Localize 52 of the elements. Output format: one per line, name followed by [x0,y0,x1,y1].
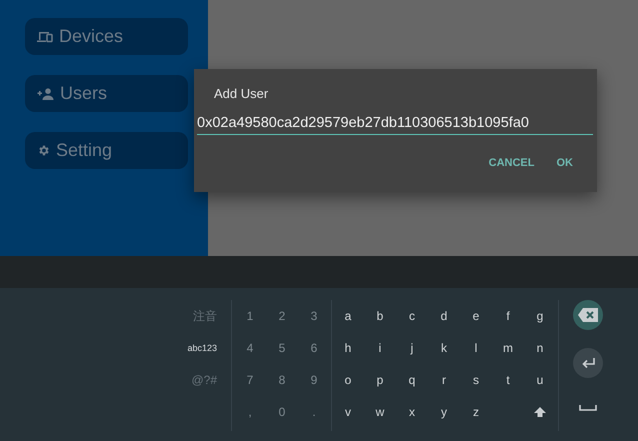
letter-key[interactable]: a [332,300,364,332]
user-add-icon [37,88,54,100]
letter-key[interactable]: g [524,300,556,332]
letter-key[interactable]: o [332,364,364,396]
letter-key[interactable]: t [492,364,524,396]
settings-icon [37,144,50,157]
letter-key[interactable]: m [492,332,524,364]
letter-key[interactable]: d [428,300,460,332]
letter-key[interactable]: h [332,332,364,364]
letter-key[interactable]: s [460,364,492,396]
letter-key[interactable]: y [428,396,460,428]
letter-key[interactable]: x [396,396,428,428]
input-field[interactable]: 0x02a49580ca2d29579eb27db110306513b1095fa0 [197,115,593,135]
letter-key[interactable]: r [428,364,460,396]
letter-key[interactable]: b [364,300,396,332]
dialog-button[interactable]: OK [550,153,579,173]
number-key[interactable]: 4 [234,332,266,364]
enter-icon [581,358,595,368]
devices-icon [37,30,53,42]
enter-key[interactable] [573,348,603,378]
number-key[interactable]: 6 [298,332,330,364]
number-key[interactable]: 5 [266,332,298,364]
number-key[interactable]: 7 [234,364,266,396]
letter-key[interactable]: j [396,332,428,364]
number-key[interactable]: 2 [266,300,298,332]
number-key[interactable]: 9 [298,364,330,396]
letter-key[interactable]: i [364,332,396,364]
mode-key[interactable]: abc123 [183,332,221,364]
letter-key[interactable]: l [460,332,492,364]
letter-key[interactable]: z [460,396,492,428]
letter-key[interactable]: v [332,396,364,428]
number-key[interactable]: . [298,396,330,428]
letter-key[interactable]: e [460,300,492,332]
space-icon [579,405,597,411]
number-key[interactable]: 0 [266,396,298,428]
number-key[interactable]: 1 [234,300,266,332]
shift-icon [534,406,546,418]
letter-key[interactable]: n [524,332,556,364]
letter-key[interactable]: c [396,300,428,332]
number-key[interactable]: , [234,396,266,428]
letter-key[interactable]: w [364,396,396,428]
letter-key[interactable]: k [428,332,460,364]
letter-key[interactable]: f [492,300,524,332]
number-key[interactable]: 8 [266,364,298,396]
letter-key[interactable]: p [364,364,396,396]
dialog-title: Add User [214,86,270,101]
backspace-icon [578,308,598,322]
backspace-key[interactable] [573,300,603,330]
letter-key[interactable]: u [524,364,556,396]
letter-key[interactable]: q [396,364,428,396]
dialog-button[interactable]: CANCEL [482,153,540,173]
number-key[interactable]: 3 [298,300,330,332]
